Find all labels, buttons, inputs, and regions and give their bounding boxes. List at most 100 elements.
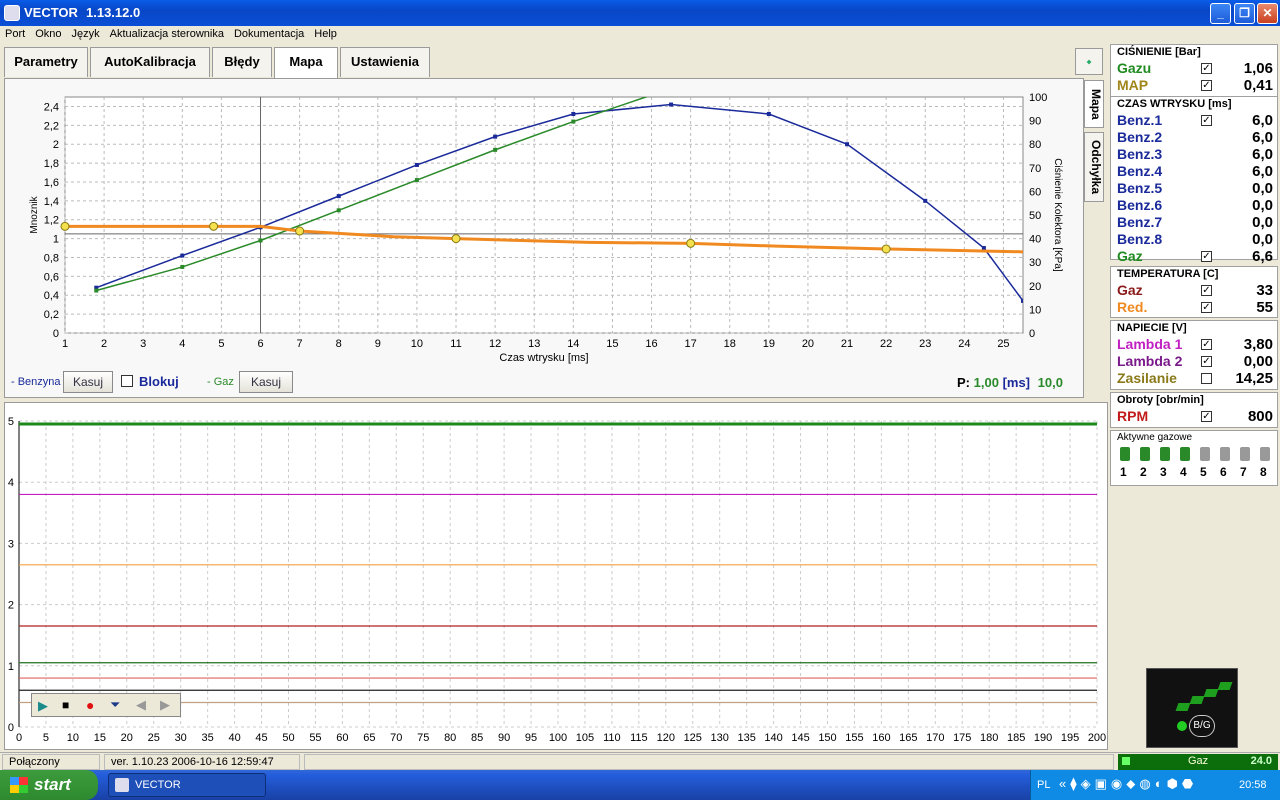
menu-item-3[interactable]: Aktualizacja sterownika: [105, 26, 229, 42]
record-icon[interactable]: ●: [86, 697, 94, 713]
map-x-tick: 22: [880, 338, 892, 350]
map-point-orange[interactable]: [881, 244, 891, 254]
map-x-tick: 3: [140, 338, 146, 350]
row-checkbox[interactable]: ✓: [1201, 285, 1212, 296]
switch-gauge[interactable]: B/G: [1146, 668, 1238, 748]
map-point-1: [414, 178, 419, 183]
row-label: Lambda 2: [1117, 353, 1183, 369]
menu-item-4[interactable]: Dokumentacja: [229, 26, 309, 42]
injector-icon: [1140, 447, 1150, 461]
map-chart[interactable]: 1 2 3 4 5 6 7 8 9 10 11 12 13 14 15 16 17 18 19 20 21 22 23 24 2…: [5, 79, 1083, 397]
kasuj-benzyna-button[interactable]: Kasuj: [63, 371, 113, 393]
row-injection-2: Benz.3 6,0: [1117, 146, 1275, 163]
blokuj-checkbox[interactable]: [121, 375, 133, 387]
map-x-tick: 4: [179, 338, 185, 350]
map-point-orange[interactable]: [60, 221, 70, 231]
trend-y-tick: 1: [8, 661, 14, 673]
row-injection-4: Benz.5 0,0: [1117, 180, 1275, 197]
play-icon[interactable]: ▶: [38, 698, 48, 714]
bg-button[interactable]: B/G: [1189, 715, 1215, 737]
injector-icon: [1120, 447, 1130, 461]
tab-1[interactable]: AutoKalibracja: [90, 47, 210, 77]
menu-item-5[interactable]: Help: [309, 26, 342, 42]
close-button[interactable]: ✕: [1257, 3, 1278, 24]
row-checkbox[interactable]: ✓: [1201, 411, 1212, 422]
group-title-voltage: NAPIECIE [V]: [1117, 322, 1187, 334]
gaz-mode-label: Gaz: [1188, 755, 1209, 767]
row-label: Zasilanie: [1117, 370, 1177, 386]
trend-x-tick: 120: [657, 732, 675, 744]
injector-6: 6: [1217, 447, 1233, 483]
row-checkbox[interactable]: ✓: [1201, 339, 1212, 350]
map-point-orange[interactable]: [686, 238, 696, 248]
row-label: Benz.2: [1117, 129, 1163, 145]
menu-item-1[interactable]: Okno: [30, 26, 66, 42]
map-x-tick: 24: [958, 338, 970, 350]
maximize-button[interactable]: ❐: [1234, 3, 1255, 24]
trend-x-tick: 145: [791, 732, 809, 744]
map-point-0: [669, 102, 674, 107]
minimize-button[interactable]: _: [1210, 3, 1231, 24]
group-pressure: CIŚNIENIE [Bar] Gazu ✓ 1,06 MAP ✓ 0,41: [1110, 44, 1278, 102]
trend-panel: 0 5 10 15 20 25 30 35 40 45 50 55 60 65 70 75 80 85 90 95 10…: [4, 402, 1108, 750]
tab-mapa-vertical[interactable]: Mapa: [1084, 80, 1104, 128]
map-point-0: [981, 246, 986, 251]
row-checkbox[interactable]: ✓: [1201, 356, 1212, 367]
trend-x-tick: 10: [67, 732, 79, 744]
map-y2-tick: 0: [1029, 328, 1035, 340]
row-checkbox[interactable]: ✓: [1201, 115, 1212, 126]
start-label: start: [34, 775, 71, 794]
row-label: Gaz: [1117, 282, 1143, 298]
tool-icon-button[interactable]: ⬩: [1075, 48, 1103, 75]
taskbar-item-label: VECTOR: [135, 779, 181, 791]
tab-3[interactable]: Mapa: [274, 47, 338, 79]
tab-2[interactable]: Błędy: [212, 47, 272, 77]
map-x-tick: 1: [62, 338, 68, 350]
kasuj-gaz-button[interactable]: Kasuj: [239, 371, 293, 393]
row-checkbox[interactable]: ✓: [1201, 63, 1212, 74]
map-y-tick: 0,6: [44, 271, 59, 283]
trend-x-tick: 60: [336, 732, 348, 744]
row-label: Benz.1: [1117, 112, 1163, 128]
row-checkbox[interactable]: ✓: [1201, 251, 1212, 262]
trend-x-tick: 55: [309, 732, 321, 744]
language-indicator[interactable]: PL: [1037, 779, 1050, 791]
row-value: 0,0: [1252, 214, 1273, 231]
map-y-tick: 2: [53, 139, 59, 151]
menu-item-0[interactable]: Port: [0, 26, 30, 42]
row-checkbox[interactable]: ✓: [1201, 302, 1212, 313]
next-icon[interactable]: ▶: [160, 697, 170, 713]
injector-1: 1: [1117, 447, 1133, 483]
map-point-orange[interactable]: [209, 221, 219, 231]
tab-odchylka-vertical[interactable]: Odchyłka: [1084, 132, 1104, 202]
gauge-bar-icon: [1203, 689, 1219, 697]
map-point-orange[interactable]: [451, 234, 461, 244]
download-icon[interactable]: ⏷: [110, 697, 120, 713]
tray-icons[interactable]: «⧫◈▣◉⬥◍◐⬢⬣: [1059, 776, 1197, 792]
prev-icon[interactable]: ◀: [136, 697, 146, 713]
menu-item-2[interactable]: Język: [66, 26, 104, 42]
tab-0[interactable]: Parametry: [4, 47, 88, 77]
map-point-1: [336, 208, 341, 213]
trend-x-tick: 140: [764, 732, 782, 744]
row-injection-1: Benz.2 6,0: [1117, 129, 1275, 146]
map-point-orange[interactable]: [295, 226, 305, 236]
trend-x-tick: 105: [576, 732, 594, 744]
map-point-1: [180, 264, 185, 269]
row-temp-0: Gaz ✓ 33: [1117, 282, 1275, 299]
row-checkbox[interactable]: ✓: [1201, 80, 1212, 91]
map-x-tick: 2: [101, 338, 107, 350]
trend-x-tick: 45: [255, 732, 267, 744]
injector-number: 6: [1220, 465, 1227, 479]
tab-4[interactable]: Ustawienia: [340, 47, 430, 77]
taskbar-item-vector[interactable]: VECTOR: [108, 773, 266, 797]
row-injection-5: Benz.6 0,0: [1117, 197, 1275, 214]
window-title: VECTOR: [24, 5, 78, 20]
taskbar: start VECTOR PL «⧫◈▣◉⬥◍◐⬢⬣ 20:58: [0, 770, 1280, 800]
row-checkbox[interactable]: [1201, 373, 1212, 384]
map-y2-tick: 70: [1029, 163, 1041, 175]
row-label: Benz.3: [1117, 146, 1163, 162]
stop-icon[interactable]: ■: [62, 698, 69, 712]
row-label: Gazu: [1117, 60, 1152, 76]
blokuj-label: Blokuj: [139, 374, 179, 389]
